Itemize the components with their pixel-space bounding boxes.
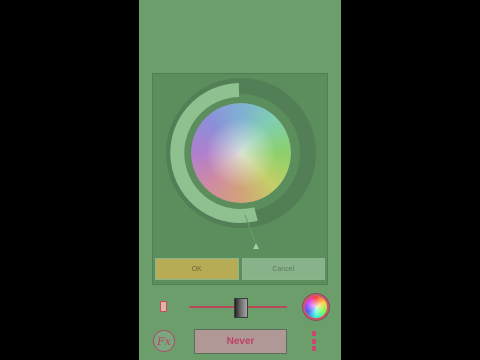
app-screen: OK Cancel Fx Never — [139, 0, 341, 360]
ring-handle[interactable] — [253, 243, 259, 249]
brightness-slider-thumb[interactable] — [234, 298, 248, 318]
never-button[interactable]: Never — [194, 329, 287, 354]
ok-button[interactable]: OK — [155, 258, 239, 280]
color-wheel-icon[interactable] — [305, 296, 327, 318]
phone-icon[interactable] — [160, 301, 167, 312]
color-wheel[interactable] — [191, 103, 291, 203]
menu-icon[interactable] — [312, 331, 316, 351]
color-picker-dialog: OK Cancel — [153, 74, 327, 284]
dialog-button-row: OK Cancel — [155, 258, 325, 280]
cancel-button[interactable]: Cancel — [241, 258, 325, 280]
color-picker-canvas — [166, 78, 316, 249]
fx-button[interactable]: Fx — [153, 330, 175, 352]
